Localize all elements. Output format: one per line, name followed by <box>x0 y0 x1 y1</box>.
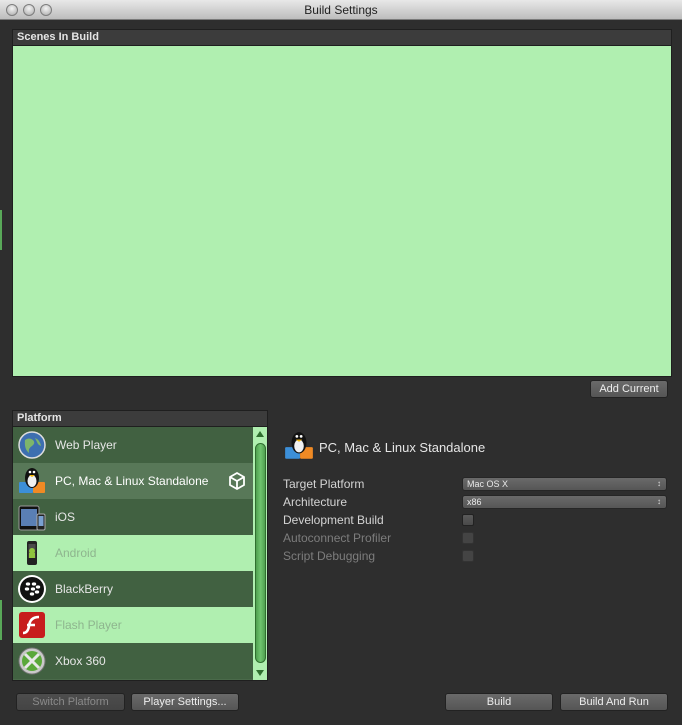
globe-icon <box>15 428 49 462</box>
scroll-down-arrow-icon[interactable] <box>256 670 264 676</box>
architecture-dropdown[interactable]: x86 ↕ <box>462 495 667 509</box>
scrollbar-thumb[interactable] <box>255 443 266 663</box>
xbox-icon <box>15 644 49 678</box>
autoconnect-profiler-checkbox[interactable] <box>462 532 474 544</box>
window-controls <box>6 4 52 16</box>
platform-list-scrollbar[interactable] <box>253 427 267 680</box>
script-debugging-checkbox[interactable] <box>462 550 474 562</box>
build-and-run-button[interactable]: Build And Run <box>560 693 668 711</box>
add-current-button[interactable]: Add Current <box>590 380 668 398</box>
platform-item-label: Web Player <box>55 438 117 452</box>
build-button[interactable]: Build <box>445 693 553 711</box>
window-edge-accent <box>0 600 2 640</box>
platform-item-xbox-360[interactable]: Xbox 360 <box>13 643 253 679</box>
scenes-list[interactable] <box>12 46 672 377</box>
minimize-window-button[interactable] <box>23 4 35 16</box>
autoconnect-profiler-label: Autoconnect Profiler <box>283 531 392 545</box>
architecture-value: x86 <box>467 497 482 507</box>
window-titlebar: Build Settings <box>0 0 682 20</box>
platform-item-flash-player[interactable]: Flash Player <box>13 607 253 643</box>
penguin-icon <box>283 430 315 465</box>
development-build-checkbox[interactable] <box>462 514 474 526</box>
android-robot-icon <box>15 536 49 570</box>
platform-item-label: BlackBerry <box>55 582 114 596</box>
target-platform-dropdown[interactable]: Mac OS X ↕ <box>462 477 667 491</box>
platform-item-ios[interactable]: iOS <box>13 499 253 535</box>
target-platform-label: Target Platform <box>283 477 365 491</box>
platform-list[interactable]: Web Player PC, Mac & Linux Standalone iO… <box>12 427 268 681</box>
script-debugging-label: Script Debugging <box>283 549 376 563</box>
platform-header: Platform <box>12 410 268 427</box>
platform-item-blackberry[interactable]: BlackBerry <box>13 571 253 607</box>
platform-item-label: Xbox 360 <box>55 654 106 668</box>
switch-platform-button[interactable]: Switch Platform <box>16 693 125 711</box>
window-title: Build Settings <box>304 3 378 17</box>
dropdown-arrows-icon: ↕ <box>657 497 661 506</box>
blackberry-icon <box>15 572 49 606</box>
penguin-icon <box>15 464 49 498</box>
scenes-in-build-header: Scenes In Build <box>12 29 672 46</box>
tablet-icon <box>15 500 49 534</box>
platform-item-label: Android <box>55 546 97 560</box>
selected-platform-heading: PC, Mac & Linux Standalone <box>283 430 485 465</box>
dropdown-arrows-icon: ↕ <box>657 479 661 488</box>
player-settings-button[interactable]: Player Settings... <box>131 693 239 711</box>
target-platform-value: Mac OS X <box>467 479 509 489</box>
zoom-window-button[interactable] <box>40 4 52 16</box>
platform-item-android[interactable]: Android <box>13 535 253 571</box>
close-window-button[interactable] <box>6 4 18 16</box>
flash-icon <box>15 608 49 642</box>
development-build-label: Development Build <box>283 513 384 527</box>
unity-logo-icon <box>227 471 247 494</box>
platform-item-label: iOS <box>55 510 76 524</box>
platform-item-label: Flash Player <box>55 618 122 632</box>
scroll-up-arrow-icon[interactable] <box>256 431 264 437</box>
selected-platform-title: PC, Mac & Linux Standalone <box>319 440 486 455</box>
platform-item-web-player[interactable]: Web Player <box>13 427 253 463</box>
architecture-label: Architecture <box>283 495 348 509</box>
platform-item-pc-mac-linux[interactable]: PC, Mac & Linux Standalone <box>13 463 253 499</box>
window-edge-accent <box>0 210 2 250</box>
platform-item-label: PC, Mac & Linux Standalone <box>55 474 209 488</box>
